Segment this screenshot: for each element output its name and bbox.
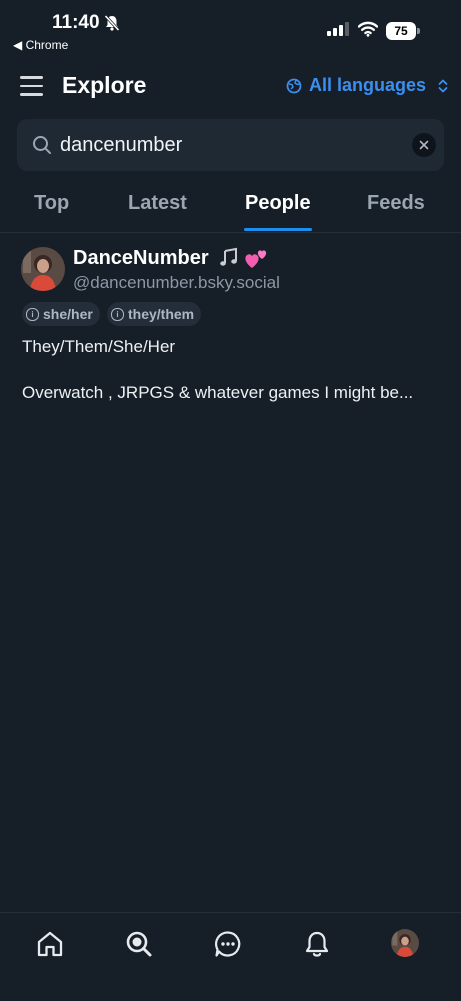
chat-icon[interactable] (213, 929, 243, 959)
wifi-icon (358, 21, 378, 37)
menu-icon[interactable] (20, 76, 44, 98)
search-input[interactable] (60, 131, 400, 159)
pronoun-label: they/them (128, 306, 195, 322)
profile-bio-line: Overwatch , JRPGS & whatever games I mig… (22, 383, 414, 402)
musical-notes-icon (220, 247, 237, 266)
status-time: 11:40 (52, 12, 100, 33)
back-to-app-link[interactable]: ◀ Chrome (13, 38, 68, 52)
profile-result[interactable]: DanceNumber @dancenumber.bsky.social i s… (0, 240, 461, 410)
tab-top[interactable]: Top (34, 192, 69, 215)
info-icon: i (26, 307, 39, 321)
header: Explore All languages (0, 66, 461, 110)
search-icon[interactable] (124, 929, 154, 959)
clear-search-button[interactable] (412, 133, 436, 157)
cellular-signal-icon (327, 22, 349, 36)
battery-level: 75 (386, 22, 416, 40)
globe-icon (286, 78, 302, 93)
pronoun-label: she/her (43, 306, 93, 322)
tab-people[interactable]: People (245, 192, 311, 215)
info-icon: i (111, 307, 124, 321)
language-filter-label: All languages (309, 75, 427, 95)
language-filter-button[interactable]: All languages (286, 75, 449, 96)
bottom-tab-bar (0, 912, 461, 1001)
battery-indicator: 75 (386, 22, 420, 40)
profile-display-name: DanceNumber (73, 247, 209, 269)
search-tabs: Top Latest People Feeds (0, 180, 461, 233)
search-icon (33, 136, 51, 154)
chevron-updown-icon (438, 79, 448, 92)
two-hearts-icon (245, 250, 267, 268)
avatar[interactable] (21, 247, 65, 291)
pronoun-badge: i they/them (107, 302, 202, 326)
profile-avatar[interactable] (391, 929, 419, 957)
bell-muted-icon (104, 14, 120, 32)
page-title: Explore (62, 72, 147, 98)
close-icon (419, 140, 429, 150)
tab-feeds[interactable]: Feeds (367, 192, 425, 215)
search-box (17, 119, 444, 171)
active-tab-indicator (244, 228, 312, 231)
profile-handle: @dancenumber.bsky.social (73, 273, 280, 292)
profile-bio-line: They/Them/She/Her (22, 337, 176, 356)
notifications-icon[interactable] (302, 929, 332, 959)
tab-latest[interactable]: Latest (128, 192, 187, 215)
home-icon[interactable] (35, 929, 65, 959)
status-bar: 11:40 ◀ Chrome 75 (0, 0, 461, 60)
pronoun-badge: i she/her (22, 302, 100, 326)
